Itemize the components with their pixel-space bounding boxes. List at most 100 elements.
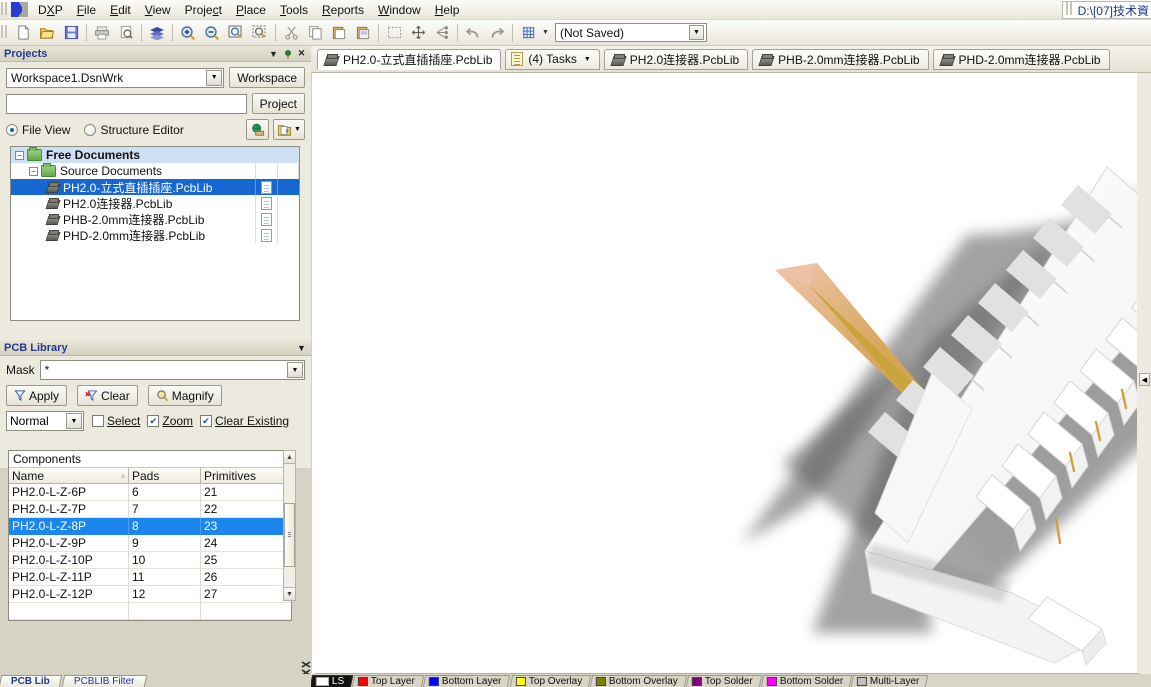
paste-icon[interactable] bbox=[328, 22, 350, 44]
column-header-primitives[interactable]: Primitives bbox=[201, 468, 291, 484]
chevron-down-icon[interactable]: ▼ bbox=[689, 25, 704, 40]
table-row[interactable]: PH2.0-L-Z-7P 7 22 bbox=[9, 501, 291, 518]
zoom-out-icon[interactable] bbox=[201, 22, 223, 44]
layer-tab-top-layer[interactable]: Top Layer bbox=[351, 675, 425, 687]
tree-file-item[interactable]: PHD-2.0mm连接器.PcbLib bbox=[11, 227, 299, 243]
table-row[interactable]: PH2.0-L-Z-11P 11 26 bbox=[9, 569, 291, 586]
checkbox-select[interactable]: Select bbox=[92, 414, 145, 428]
pin-icon[interactable] bbox=[282, 48, 293, 59]
project-field[interactable] bbox=[6, 93, 247, 114]
open-document-icon[interactable]: ▼ bbox=[273, 119, 305, 140]
collapse-panel-icon[interactable]: ◀ bbox=[1139, 373, 1150, 386]
clear-button[interactable]: Clear bbox=[77, 385, 138, 406]
undo-icon[interactable] bbox=[462, 22, 484, 44]
layer-tab-multi-layer[interactable]: Multi-Layer bbox=[850, 675, 929, 687]
scroll-up-icon[interactable]: ▲ bbox=[284, 451, 295, 464]
expand-toggle-icon[interactable]: − bbox=[15, 150, 24, 160]
zoom-area-icon[interactable] bbox=[225, 22, 247, 44]
move-icon[interactable] bbox=[407, 22, 429, 44]
apply-button[interactable]: Apply bbox=[6, 385, 68, 406]
workspace-combo[interactable]: Workspace1.DsnWrk ▼ bbox=[6, 67, 225, 88]
save-icon[interactable] bbox=[60, 22, 82, 44]
zoom-selected-icon[interactable] bbox=[249, 22, 271, 44]
layer-tab-bottom-solder[interactable]: Bottom Solder bbox=[760, 675, 853, 687]
document-tab[interactable]: PHD-2.0mm连接器.PcbLib bbox=[932, 48, 1110, 70]
close-icon[interactable]: ✕ bbox=[296, 48, 307, 59]
menu-item-dxp[interactable]: DXP bbox=[31, 1, 70, 19]
menu-item-help[interactable]: Help bbox=[428, 1, 467, 19]
chevron-down-icon[interactable]: ▼ bbox=[296, 342, 307, 353]
grid-icon[interactable] bbox=[517, 22, 539, 44]
scroll-down-icon[interactable]: ▼ bbox=[284, 587, 295, 600]
path-gripper[interactable] bbox=[1065, 2, 1074, 18]
paste-special-icon[interactable] bbox=[352, 22, 374, 44]
board-select-combo[interactable]: (Not Saved) ▼ bbox=[555, 23, 707, 42]
menu-item-place[interactable]: Place bbox=[229, 1, 273, 19]
tree-node-free-documents[interactable]: − Free Documents bbox=[11, 147, 299, 163]
components-grid[interactable]: Components Name ▵ Pads Primitives PH2.0-… bbox=[8, 450, 292, 621]
document-tab[interactable]: PH2.0-立式直插插座.PcbLib bbox=[317, 48, 502, 70]
menu-gripper[interactable] bbox=[1, 1, 9, 18]
scrollbar-thumb[interactable] bbox=[284, 503, 295, 567]
menu-item-window[interactable]: Window bbox=[371, 1, 428, 19]
board-layers-icon[interactable] bbox=[146, 22, 168, 44]
align-icon[interactable] bbox=[431, 22, 453, 44]
layer-tab-top-overlay[interactable]: Top Overlay bbox=[509, 675, 592, 687]
open-folder-icon[interactable] bbox=[36, 22, 58, 44]
document-tab[interactable]: PH2.0连接器.PcbLib bbox=[603, 48, 749, 70]
tree-file-item[interactable]: PHB-2.0mm连接器.PcbLib bbox=[11, 211, 299, 227]
components-vertical-scrollbar[interactable]: ▲ ▼ bbox=[283, 450, 296, 601]
expand-toggle-icon[interactable]: − bbox=[29, 166, 38, 176]
tab-pcblib-filter[interactable]: PCBLIB Filter bbox=[61, 675, 147, 687]
layer-tab-bottom-layer[interactable]: Bottom Layer bbox=[422, 675, 511, 687]
chevron-down-icon[interactable]: ▼ bbox=[206, 69, 223, 86]
checkbox-zoom[interactable]: Zoom bbox=[147, 414, 198, 428]
zoom-in-icon[interactable] bbox=[177, 22, 199, 44]
project-tree[interactable]: − Free Documents − Source Documents PH2.… bbox=[10, 146, 300, 321]
toolbar-gripper[interactable] bbox=[1, 24, 9, 41]
checkbox-icon[interactable] bbox=[92, 415, 104, 427]
radio-structure-editor[interactable]: Structure Editor bbox=[84, 123, 184, 137]
radio-file-view[interactable]: File View bbox=[6, 123, 70, 137]
layer-tab-bottom-overlay[interactable]: Bottom Overlay bbox=[589, 675, 688, 687]
checkbox-icon[interactable] bbox=[200, 415, 213, 427]
chevron-down-icon[interactable]: ▼ bbox=[294, 126, 301, 133]
checkbox-icon[interactable] bbox=[147, 415, 160, 427]
chevron-down-icon[interactable]: ▼ bbox=[268, 48, 279, 59]
mask-input[interactable]: * ▼ bbox=[39, 360, 305, 380]
select-area-icon[interactable] bbox=[383, 22, 405, 44]
tree-node-source-documents[interactable]: − Source Documents bbox=[11, 163, 299, 179]
pcb-3d-canvas[interactable] bbox=[312, 73, 1137, 673]
column-header-pads[interactable]: Pads bbox=[129, 468, 201, 484]
grid-dropdown-arrow-icon[interactable]: ▼ bbox=[540, 22, 551, 44]
menu-item-file[interactable]: File bbox=[70, 1, 103, 19]
tree-file-item[interactable]: PH2.0-立式直插插座.PcbLib bbox=[11, 179, 299, 195]
redo-icon[interactable] bbox=[486, 22, 508, 44]
table-row[interactable]: PH2.0-L-Z-10P 10 25 bbox=[9, 552, 291, 569]
print-preview-icon[interactable] bbox=[115, 22, 137, 44]
table-row[interactable]: PH2.0-L-Z-8P 8 23 bbox=[9, 518, 291, 535]
copy-icon[interactable] bbox=[304, 22, 326, 44]
tree-file-item[interactable]: PH2.0连接器.PcbLib bbox=[11, 195, 299, 211]
chevron-down-icon[interactable]: ▼ bbox=[287, 362, 303, 378]
chevron-down-icon[interactable]: ▼ bbox=[584, 56, 591, 63]
filter-mode-combo[interactable]: Normal ▼ bbox=[6, 411, 84, 431]
menu-item-reports[interactable]: Reports bbox=[315, 1, 371, 19]
layer-tab-top-solder[interactable]: Top Solder bbox=[685, 675, 763, 687]
chevron-down-icon[interactable]: ▼ bbox=[66, 413, 82, 429]
table-row[interactable]: PH2.0-L-Z-12P 12 27 bbox=[9, 586, 291, 603]
print-icon[interactable] bbox=[91, 22, 113, 44]
document-tab[interactable]: PHB-2.0mm连接器.PcbLib bbox=[752, 48, 929, 70]
cut-icon[interactable] bbox=[280, 22, 302, 44]
checkbox-clear-existing[interactable]: Clear Existing bbox=[200, 414, 294, 428]
table-row[interactable]: PH2.0-L-Z-9P 9 24 bbox=[9, 535, 291, 552]
column-header-name[interactable]: Name ▵ bbox=[9, 468, 129, 484]
menu-item-view[interactable]: View bbox=[138, 1, 178, 19]
menu-item-edit[interactable]: Edit bbox=[103, 1, 138, 19]
magnify-button[interactable]: Magnify bbox=[147, 385, 222, 406]
document-tab-tasks[interactable]: (4) Tasks ▼ bbox=[505, 48, 600, 70]
menu-item-project[interactable]: Project bbox=[178, 1, 229, 19]
layer-tab-ls[interactable]: LS bbox=[311, 675, 354, 687]
workspace-button[interactable]: Workspace bbox=[229, 67, 305, 88]
new-document-icon[interactable] bbox=[12, 22, 34, 44]
